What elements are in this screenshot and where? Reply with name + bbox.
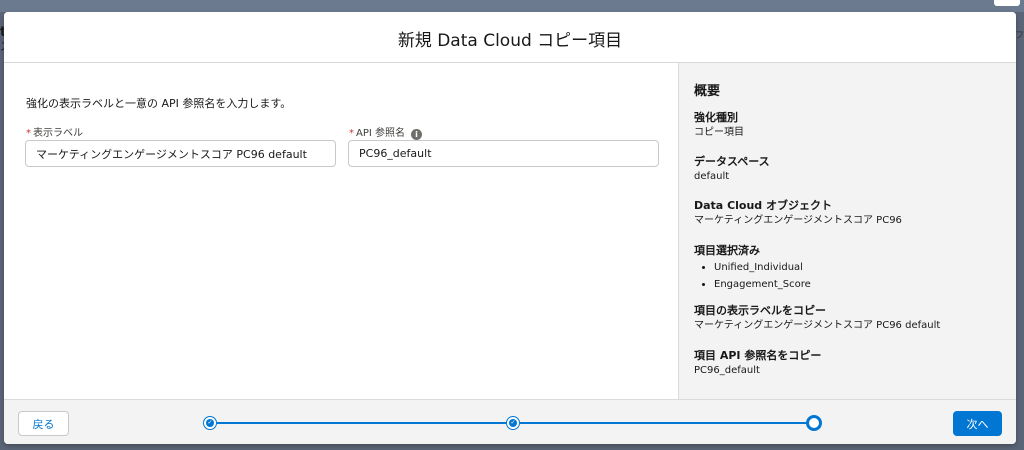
- summary-data-cloud-object: Data Cloud オブジェクト マーケティングエンゲージメントスコア PC9…: [694, 198, 1009, 229]
- summary-value: default: [694, 171, 730, 182]
- info-icon[interactable]: i: [411, 129, 422, 140]
- summary-data-space: データスペース default: [694, 154, 1009, 185]
- summary-value: マーケティングエンゲージメントスコア PC96: [694, 215, 902, 226]
- summary-label: 項目 API 参照名をコピー: [694, 349, 822, 362]
- progress-step-current[interactable]: [806, 415, 822, 431]
- list-item: Engagement_Score: [714, 276, 1009, 293]
- form-pane: 強化の表示ラベルと一意の API 参照名を入力します。 *表示ラベル *API …: [4, 63, 678, 399]
- next-button[interactable]: 次へ: [953, 411, 1002, 436]
- display-label-label-text: 表示ラベル: [33, 128, 83, 139]
- selected-fields-list: Unified_Individual Engagement_Score: [694, 259, 1009, 293]
- background-close-button[interactable]: [994, 0, 1020, 6]
- summary-label: 項目選択済み: [694, 244, 760, 257]
- required-marker: *: [349, 128, 354, 139]
- checkmark-icon: ✓: [509, 419, 517, 427]
- summary-value: PC96_default: [694, 365, 760, 376]
- summary-enrichment-type: 強化種別 コピー項目: [694, 110, 1009, 141]
- required-marker: *: [26, 128, 31, 139]
- progress-line: [520, 422, 807, 424]
- modal-body: 強化の表示ラベルと一意の API 参照名を入力します。 *表示ラベル *API …: [4, 63, 1016, 399]
- api-name-field-label: * API 参照名 i: [349, 124, 422, 140]
- display-label-field-label: * 表示ラベル: [26, 124, 83, 139]
- summary-copy-api-name: 項目 API 参照名をコピー PC96_default: [694, 348, 1009, 379]
- summary-selected-fields: 項目選択済み Unified_Individual Engagement_Sco…: [694, 243, 1009, 293]
- progress-line: [217, 422, 508, 424]
- background-header: [0, 0, 1024, 12]
- display-label-input[interactable]: [25, 140, 336, 167]
- summary-label: 強化種別: [694, 111, 738, 124]
- checkmark-icon: ✓: [206, 419, 214, 427]
- summary-value: マーケティングエンゲージメントスコア PC96 default: [694, 320, 941, 331]
- summary-panel: 概要 強化種別 コピー項目 データスペース default Data Cloud…: [678, 63, 1016, 399]
- summary-copy-display-label: 項目の表示ラベルをコピー マーケティングエンゲージメントスコア PC96 def…: [694, 303, 1009, 334]
- modal-footer: 戻る ✓ ✓ 次へ: [4, 399, 1016, 444]
- summary-value: コピー項目: [694, 127, 744, 138]
- summary-title: 概要: [694, 84, 721, 99]
- summary-label: Data Cloud オブジェクト: [694, 199, 832, 212]
- modal-title: 新規 Data Cloud コピー項目: [397, 31, 623, 51]
- modal-header: 新規 Data Cloud コピー項目: [4, 12, 1016, 63]
- progress-step-completed[interactable]: ✓: [203, 416, 217, 430]
- progress-step-completed[interactable]: ✓: [506, 416, 520, 430]
- summary-label: データスペース: [694, 155, 770, 168]
- background-right-text: フ: [1014, 31, 1024, 41]
- list-item: Unified_Individual: [714, 259, 1009, 276]
- summary-label: 項目の表示ラベルをコピー: [694, 304, 826, 317]
- form-intro-text: 強化の表示ラベルと一意の API 参照名を入力します。: [26, 97, 292, 110]
- api-name-input[interactable]: [348, 140, 659, 167]
- api-name-label-text: API 参照名: [356, 128, 405, 139]
- back-button[interactable]: 戻る: [18, 411, 69, 436]
- new-copy-field-modal: 新規 Data Cloud コピー項目 強化の表示ラベルと一意の API 参照名…: [4, 12, 1016, 444]
